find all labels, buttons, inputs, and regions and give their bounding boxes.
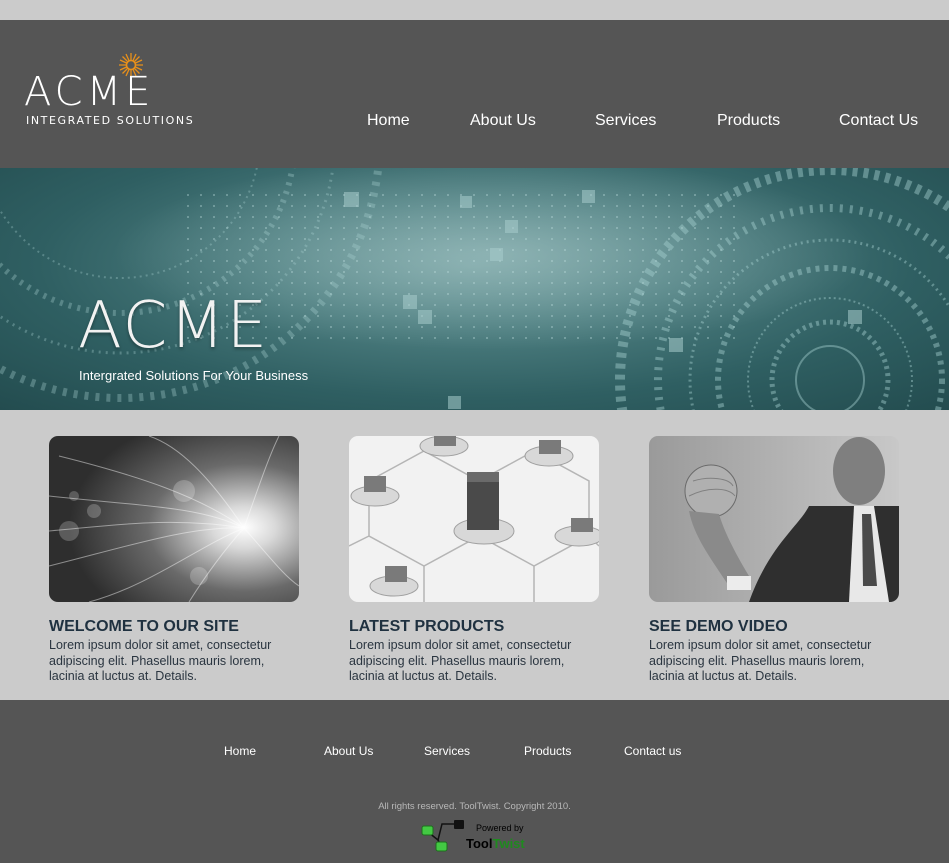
site-footer: Home About Us Services Products Contact …: [0, 700, 949, 863]
site-header: ACME INTEGRATED SOLUTIONS Home About Us …: [0, 20, 949, 168]
card-text-welcome: Lorem ipsum dolor sit amet, consectetur …: [49, 638, 272, 683]
copyright-text: All rights reserved. ToolTwist. Copyrigh…: [378, 801, 571, 812]
footer-nav-services[interactable]: Services: [424, 744, 470, 758]
card-title-demo-video: SEE DEMO VIDEO: [649, 618, 788, 635]
footer-nav-contact-us[interactable]: Contact us: [624, 744, 681, 758]
main-nav: Home About Us Services Products Contact …: [0, 112, 949, 134]
nav-products[interactable]: Products: [717, 112, 780, 130]
nav-about-us[interactable]: About Us: [470, 112, 536, 130]
card-text-products: Lorem ipsum dolor sit amet, consectetur …: [349, 638, 572, 683]
hero-banner: ACME Intergrated Solutions For Your Busi…: [0, 168, 949, 410]
footer-nav-products[interactable]: Products: [524, 744, 571, 758]
hero-subtitle: Intergrated Solutions For Your Business: [79, 368, 309, 383]
tooltwist-logo-icon: [421, 820, 464, 852]
nav-contact-us[interactable]: Contact Us: [839, 112, 918, 130]
light-burst-image: [49, 436, 299, 602]
businessman-image: [649, 436, 899, 602]
powered-by-tooltwist[interactable]: Powered by ToolTwist: [420, 820, 540, 856]
logo-wordmark: ACME: [24, 69, 155, 115]
nav-home[interactable]: Home: [367, 112, 410, 130]
tooltwist-wordmark: ToolTwist: [466, 836, 525, 851]
card-title-welcome: WELCOME TO OUR SITE: [49, 618, 239, 635]
footer-nav-home[interactable]: Home: [224, 744, 256, 758]
card-title-products: LATEST PRODUCTS: [349, 618, 505, 635]
footer-nav-about-us[interactable]: About Us: [324, 744, 373, 758]
powered-by-label: Powered by: [476, 823, 524, 833]
card-image-businessman[interactable]: [649, 436, 899, 602]
tooltwist-wordmark-tool: Tool: [466, 836, 493, 851]
card-text-demo-video: Lorem ipsum dolor sit amet, consectetur …: [649, 638, 872, 683]
card-image-light-burst[interactable]: [49, 436, 299, 602]
network-image: [349, 436, 599, 602]
nav-services[interactable]: Services: [595, 112, 656, 130]
card-image-network[interactable]: [349, 436, 599, 602]
tooltwist-wordmark-twist: Twist: [492, 836, 525, 851]
top-strip: [0, 0, 949, 20]
hero-title: ACME: [78, 289, 269, 363]
